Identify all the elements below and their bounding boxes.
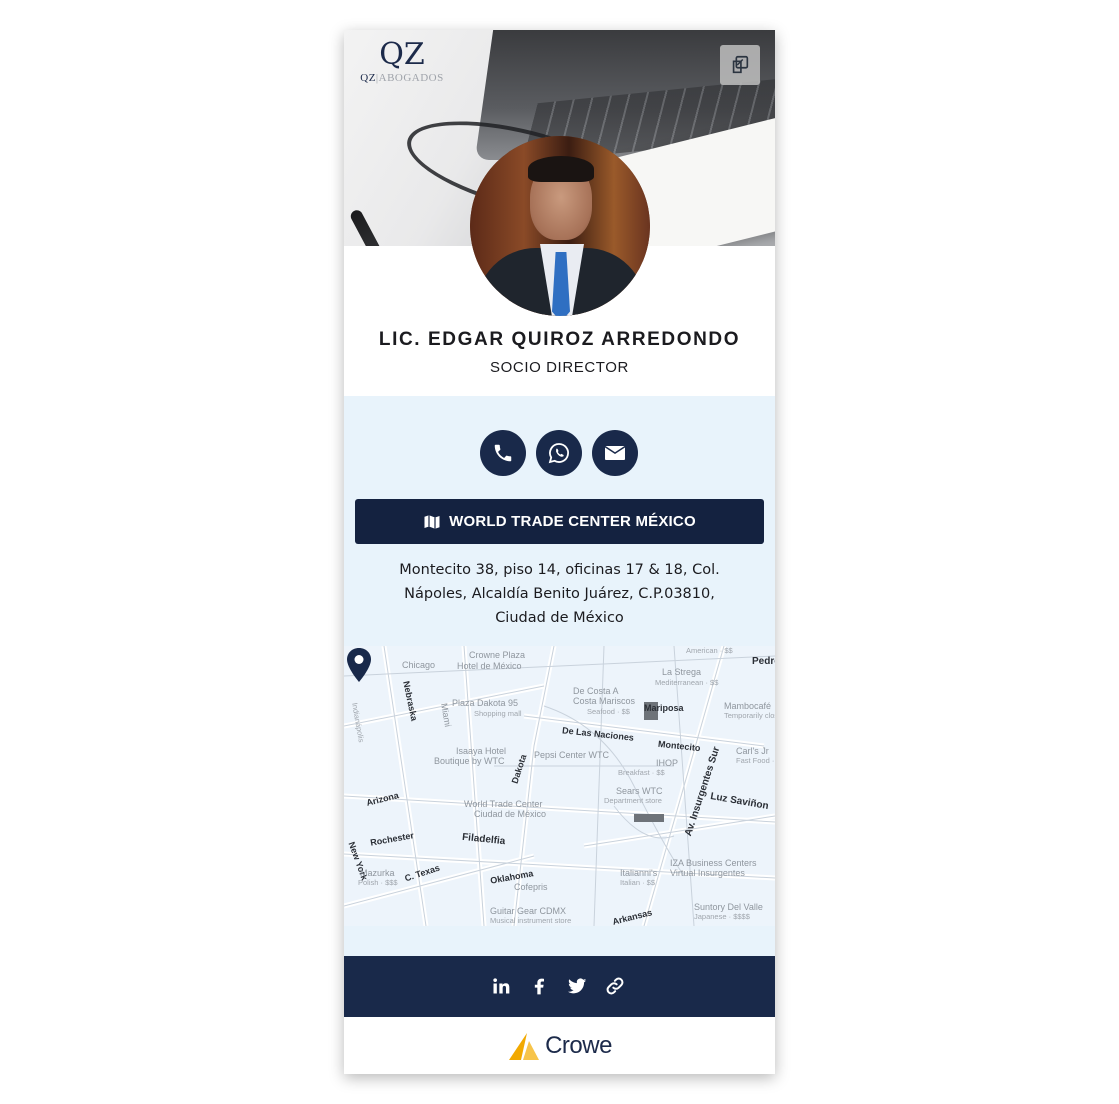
website-link[interactable] — [602, 973, 628, 999]
map-label: Suntory Del Valle — [694, 902, 763, 912]
link-icon — [606, 977, 624, 995]
map-label: IZA Business Centers — [670, 858, 757, 868]
map-label: Cofepris — [514, 882, 548, 892]
map-label: Ciudad de México — [474, 809, 547, 819]
map-label: Carl's Jr — [736, 746, 769, 756]
call-button[interactable] — [480, 430, 526, 476]
email-button[interactable] — [592, 430, 638, 476]
map-label: Polish · $$$ — [358, 878, 398, 887]
twitter-icon — [567, 978, 587, 994]
social-icons — [486, 973, 636, 999]
pen-graphic — [348, 208, 416, 246]
phone-icon — [494, 444, 512, 462]
profile-title: SOCIO DIRECTOR — [490, 359, 629, 376]
map-label: Japanese · $$$$ — [694, 912, 750, 921]
envelope-icon — [605, 446, 625, 460]
map-label: Plaza Dakota 95 — [452, 698, 519, 708]
map-label: Mediterranean · $$ — [655, 678, 719, 687]
location-map[interactable]: Crowne Plaza Hotel de México Chicago Neb… — [344, 646, 775, 926]
logo-text-right: ABOGADOS — [378, 72, 444, 84]
map-label: Crowne Plaza — [469, 650, 526, 660]
brand-footer: Crowe — [344, 1017, 775, 1074]
map-label: Costa Mariscos — [573, 696, 636, 706]
profile-name: LIC. EDGAR QUIROZ ARREDONDO — [378, 329, 741, 350]
business-card: QZ QZ|ABOGADOS LIC. EDGAR QUIROZ ARREDON… — [344, 30, 775, 1074]
location-label: WORLD TRADE CENTER MÉXICO — [449, 513, 696, 530]
facebook-link[interactable] — [526, 973, 552, 999]
map-label: Shopping mall — [474, 709, 522, 718]
map-label: De Costa A — [573, 686, 619, 696]
logo-text: QZ|ABOGADOS — [360, 72, 444, 84]
map-label: Mazurka — [360, 868, 395, 878]
map-label: Seafood · $$ — [587, 707, 630, 716]
company-logo: QZ QZ|ABOGADOS — [360, 38, 444, 94]
whatsapp-icon — [548, 443, 569, 464]
facebook-icon — [534, 978, 544, 995]
map-label: Department store — [604, 796, 662, 805]
brand-name: Crowe — [545, 1031, 612, 1059]
map-label: Isaaya Hotel — [456, 746, 507, 756]
map-label: Hotel de México — [457, 661, 522, 671]
map-label: IHOP — [656, 758, 679, 768]
twitter-link[interactable] — [564, 973, 590, 999]
map-label: Mariposa — [644, 703, 684, 713]
map-label: Pepsi Center WTC — [534, 750, 610, 760]
address-line: Nápoles, Alcaldía Benito Juárez, C.P.038… — [404, 586, 715, 602]
contact-section: WORLD TRADE CENTER MÉXICO Montecito 38, … — [344, 396, 775, 956]
map-label: Guitar Gear CDMX — [490, 906, 567, 916]
map-label: Mambocafé — [724, 701, 772, 711]
copy-icon — [732, 55, 749, 74]
copy-button[interactable] — [720, 45, 760, 85]
map-label: Temporarily closed — [724, 711, 775, 720]
map-label: Sears WTC — [616, 786, 663, 796]
address-line: Montecito 38, piso 14, oficinas 17 & 18,… — [399, 562, 720, 578]
map-label: World Trade Center — [464, 799, 543, 809]
map-pin-icon — [347, 648, 371, 682]
map-label: Italian · $$ — [620, 878, 656, 887]
address: Montecito 38, piso 14, oficinas 17 & 18,… — [374, 558, 745, 630]
profile-photo — [470, 136, 650, 316]
linkedin-icon — [493, 978, 510, 994]
map-label: Musical instrument store — [490, 916, 572, 925]
map-label: Fast Food · $ — [736, 756, 775, 765]
map-label: American · $$ — [686, 646, 733, 655]
crowe-logo-icon — [509, 1032, 540, 1060]
map-label: La Strega — [662, 667, 702, 677]
map-label: Boutique by WTC — [434, 756, 505, 766]
map-label: Virtual Insurgentes — [670, 868, 745, 878]
map-label: Pedro — [752, 656, 775, 667]
map-label: Breakfast · $$ — [618, 768, 665, 777]
address-line: Ciudad de México — [495, 610, 624, 626]
map-label: Chicago — [402, 660, 436, 670]
map-label: Italianni's — [620, 868, 658, 878]
linkedin-link[interactable] — [488, 973, 514, 999]
map-icon — [424, 514, 440, 529]
logo-mark: QZ — [379, 37, 425, 72]
logo-text-left: QZ — [360, 72, 376, 84]
social-bar — [344, 956, 775, 1017]
whatsapp-button[interactable] — [536, 430, 582, 476]
contact-buttons — [480, 430, 640, 476]
location-button[interactable]: WORLD TRADE CENTER MÉXICO — [355, 499, 764, 544]
